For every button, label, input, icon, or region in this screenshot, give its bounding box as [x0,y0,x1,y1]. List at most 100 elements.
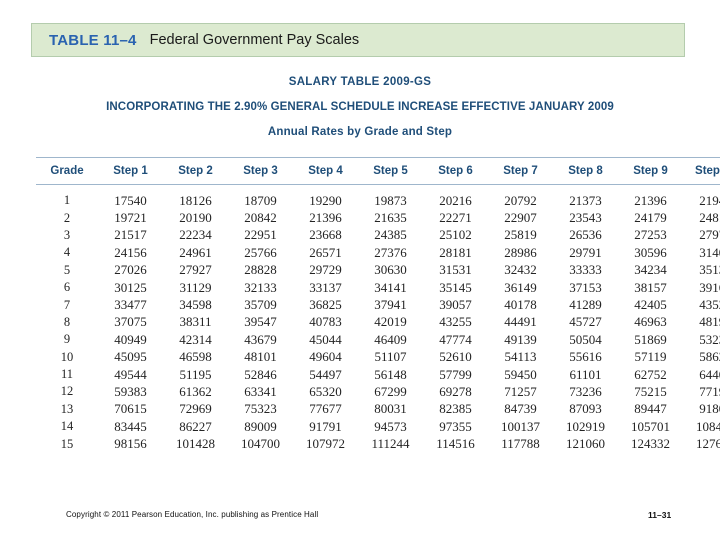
pay-rate-cell: 83445 [114,418,147,434]
pay-rate-cell: 71257 [504,383,537,399]
pay-rate-cell: 43679 [244,331,277,347]
pay-rate-cell: 35135 [699,262,720,278]
grade-cell: 15 [60,436,74,451]
pay-rate-cell: 22271 [439,210,472,226]
pay-rate-cell: 61362 [179,383,212,399]
pay-rate-cell: 24815 [699,210,720,226]
pay-rate-cell: 65320 [309,383,342,399]
pay-rate-cell: 42314 [179,331,212,347]
pay-rate-cell: 18126 [179,192,212,208]
table-row: 7 33477 34598 35709 36825 37941 39057 40178 4128… [36,296,720,313]
pay-rate-cell: 57119 [634,349,667,365]
pay-rate-cell: 40783 [309,314,342,330]
pay-rate-cell: 43255 [439,314,472,330]
pay-rate-cell: 100137 [501,418,540,434]
pay-rate-cell: 73236 [569,383,602,399]
pay-rate-cell: 53234 [699,331,720,347]
page-number: 11–31 [648,510,672,520]
pay-rate-cell: 91791 [309,418,342,434]
pay-rate-cell: 27376 [374,244,407,260]
pay-rate-cell: 104700 [241,436,280,452]
pay-rate-cell: 34234 [634,262,667,278]
pay-rate-cell: 75323 [244,401,277,417]
pay-rate-cell: 38311 [179,314,212,330]
pay-rate-cell: 48199 [699,314,720,330]
pay-rate-cell: 27026 [114,262,147,278]
pay-rate-cell: 117788 [501,436,540,452]
pay-rate-cell: 61101 [569,366,602,382]
pay-rate-cell: 48101 [244,349,277,365]
pay-rate-cell: 27927 [179,262,212,278]
pay-rate-cell: 24156 [114,244,147,260]
pay-rate-cell: 23668 [309,227,342,243]
pay-rate-cell: 58622 [699,349,720,365]
pay-rate-cell: 64403 [699,366,720,382]
pay-rate-cell: 19290 [309,192,342,208]
pay-rate-cell: 57799 [439,366,472,382]
pay-rate-cell: 72969 [179,401,212,417]
pay-rate-cell: 84739 [504,401,537,417]
table-row: 13 70615 72969 75323 77677 80031 82385 84739 870… [36,401,720,418]
pay-rate-cell: 49544 [114,366,147,382]
pay-rate-cell: 98156 [114,436,147,452]
pay-rate-cell: 77194 [699,383,720,399]
pay-rate-cell: 77677 [309,401,342,417]
pay-rate-cell: 97355 [439,418,472,434]
pay-rate-cell: 37153 [569,279,602,295]
pay-rate-cell: 17540 [114,192,147,208]
table-row: 8 37075 38311 39547 40783 42019 43255 44491 4572… [36,314,720,331]
pay-rate-cell: 80031 [374,401,407,417]
pay-rate-cell: 49604 [309,349,342,365]
grade-cell: 3 [63,227,71,242]
column-header-step-3: Step 3 [228,157,293,185]
pay-rate-cell: 91801 [699,401,720,417]
pay-rate-cell: 42019 [374,314,407,330]
pay-rate-cell: 127604 [696,436,720,452]
pay-rate-cell: 52610 [439,349,472,365]
pay-rate-cell: 63341 [244,383,277,399]
pay-rate-cell: 38157 [634,279,667,295]
pay-rate-cell: 28828 [244,262,277,278]
pay-rate-cell: 25102 [439,227,472,243]
pay-rate-cell: 46409 [374,331,407,347]
column-header-step-7: Step 7 [488,157,553,185]
pay-rate-cell: 50504 [569,331,602,347]
grade-cell: 7 [63,297,71,312]
column-header-grade: Grade [36,157,98,185]
column-header-step-5: Step 5 [358,157,423,185]
pay-rate-cell: 33333 [569,262,602,278]
pay-rate-cell: 45044 [309,331,342,347]
table-row: 2 19721 20190 20842 21396 21635 22271 22907 2354… [36,209,720,226]
table-row: 12 59383 61362 63341 65320 67299 69278 71257 732… [36,383,720,400]
pay-rate-cell: 56148 [374,366,407,382]
table-row: 15 98156 101428 104700 107972 111244 114516 117… [36,435,720,452]
pay-rate-cell: 29791 [569,244,602,260]
grade-cell: 14 [60,419,74,434]
pay-rate-cell: 51869 [634,331,667,347]
pay-rate-cell: 39547 [244,314,277,330]
pay-rate-cell: 52846 [244,366,277,382]
table-row: 4 24156 24961 25766 26571 27376 28181 28986 2979… [36,244,720,261]
table-row: 3 21517 22234 22951 23668 24385 25102 25819 2653… [36,227,720,244]
pay-rate-cell: 54113 [504,349,537,365]
table-title-banner: TABLE 11–4 Federal Government Pay Scales [31,23,685,57]
pay-rate-cell: 19721 [114,210,147,226]
grade-cell: 4 [63,245,71,260]
pay-rate-cell: 51195 [179,366,212,382]
pay-rate-cell: 39057 [439,297,472,313]
table-title-label: Federal Government Pay Scales [149,32,360,48]
grade-cell: 5 [63,262,71,277]
pay-rate-cell: 55616 [569,349,602,365]
pay-rate-cell: 21396 [309,210,342,226]
pay-rate-cell: 28181 [439,244,472,260]
copyright-notice: Copyright © 2011 Pearson Education, Inc.… [66,510,319,519]
pay-rate-cell: 34141 [374,279,407,295]
pay-rate-cell: 54497 [309,366,342,382]
pay-rate-cell: 22907 [504,210,537,226]
pay-rate-cell: 23543 [569,210,602,226]
pay-rate-cell: 22234 [179,227,212,243]
pay-rate-cell: 20216 [439,192,472,208]
table-row: 11 49544 51195 52846 54497 56148 57799 59450 611… [36,366,720,383]
pay-rate-cell: 31531 [439,262,472,278]
pay-rate-cell: 101428 [176,436,215,452]
